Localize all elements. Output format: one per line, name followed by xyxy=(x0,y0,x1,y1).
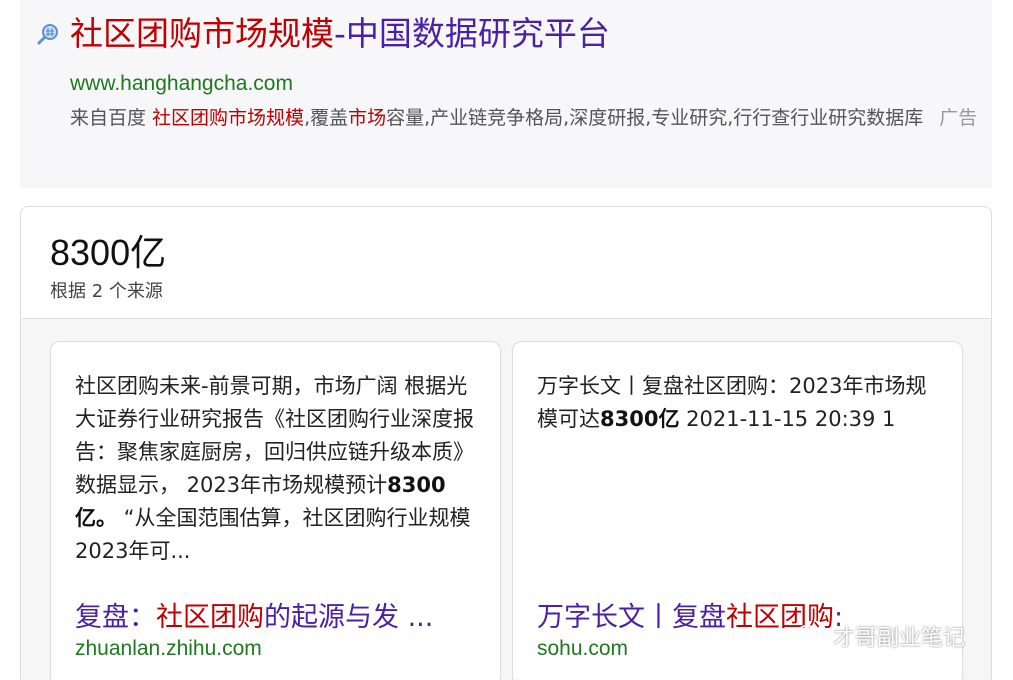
answer-value: 8300亿 xyxy=(50,232,167,273)
source-card-zhihu[interactable]: 社区团购未来-前景可期，市场广阔 根据光大证券行业研究报告《社区团购行业深度报告… xyxy=(50,341,501,680)
snippet-text-tail: 2021-11-15 20:39 1 xyxy=(679,407,896,431)
snippet-bold-value: 8300亿 xyxy=(600,407,680,431)
ad-url[interactable]: www.hanghangcha.com xyxy=(70,70,293,98)
link-text-tail: 的起源与发 ... xyxy=(264,602,434,633)
ad-desc-mid: ,覆盖 xyxy=(304,107,349,129)
watermark-text: 才哥副业笔记 xyxy=(833,626,966,651)
ad-desc-rest: 容量,产业链竞争格局,深度研报,专业研究,行行查行业研究数据库 xyxy=(386,107,924,129)
ad-title-highlight: 社区团购市场规模 xyxy=(70,14,334,53)
ad-desc-highlight-2: 市场 xyxy=(348,107,387,129)
snippet-text-tail: “从全国范围估算，社区团购行业规模2023年可... xyxy=(75,506,471,563)
ad-label: 广告 xyxy=(939,107,978,129)
ad-desc-highlight: 社区团购市场规模 xyxy=(152,107,305,129)
ad-desc-prefix: 来自百度 xyxy=(70,107,153,129)
source-snippet: 万字长文丨复盘社区团购：2023年市场规模可达8300亿 2021-11-15 … xyxy=(537,370,947,436)
watermark: 才哥副业笔记 xyxy=(795,618,965,654)
source-count: 根据 2 个来源 xyxy=(50,281,163,302)
wechat-icon xyxy=(796,625,824,647)
ad-description: 来自百度 社区团购市场规模,覆盖市场容量,产业链竞争格局,深度研报,专业研究,行… xyxy=(70,102,980,134)
ad-title-link[interactable]: 社区团购市场规模-中国数据研究平台 xyxy=(70,12,610,56)
link-text: 复盘： xyxy=(75,602,156,633)
ad-result: 社区团购市场规模-中国数据研究平台 www.hanghangcha.com 来自… xyxy=(20,0,992,188)
ad-title-rest: -中国数据研究平台 xyxy=(334,14,610,53)
answer-card: 8300亿 根据 2 个来源 社区团购未来-前景可期，市场广阔 根据光大证券行业… xyxy=(20,206,992,680)
link-text: 万字长文丨复盘 xyxy=(537,602,726,633)
source-snippet: 社区团购未来-前景可期，市场广阔 根据光大证券行业研究报告《社区团购行业深度报告… xyxy=(75,370,485,568)
answer-header: 8300亿 根据 2 个来源 xyxy=(21,207,991,319)
source-domain[interactable]: sohu.com xyxy=(537,634,628,664)
source-domain[interactable]: zhuanlan.zhihu.com xyxy=(75,634,262,664)
magnifier-icon xyxy=(37,24,58,45)
link-highlight: 社区团购 xyxy=(156,602,264,633)
source-title-link[interactable]: 复盘：社区团购的起源与发 ... xyxy=(75,600,485,636)
